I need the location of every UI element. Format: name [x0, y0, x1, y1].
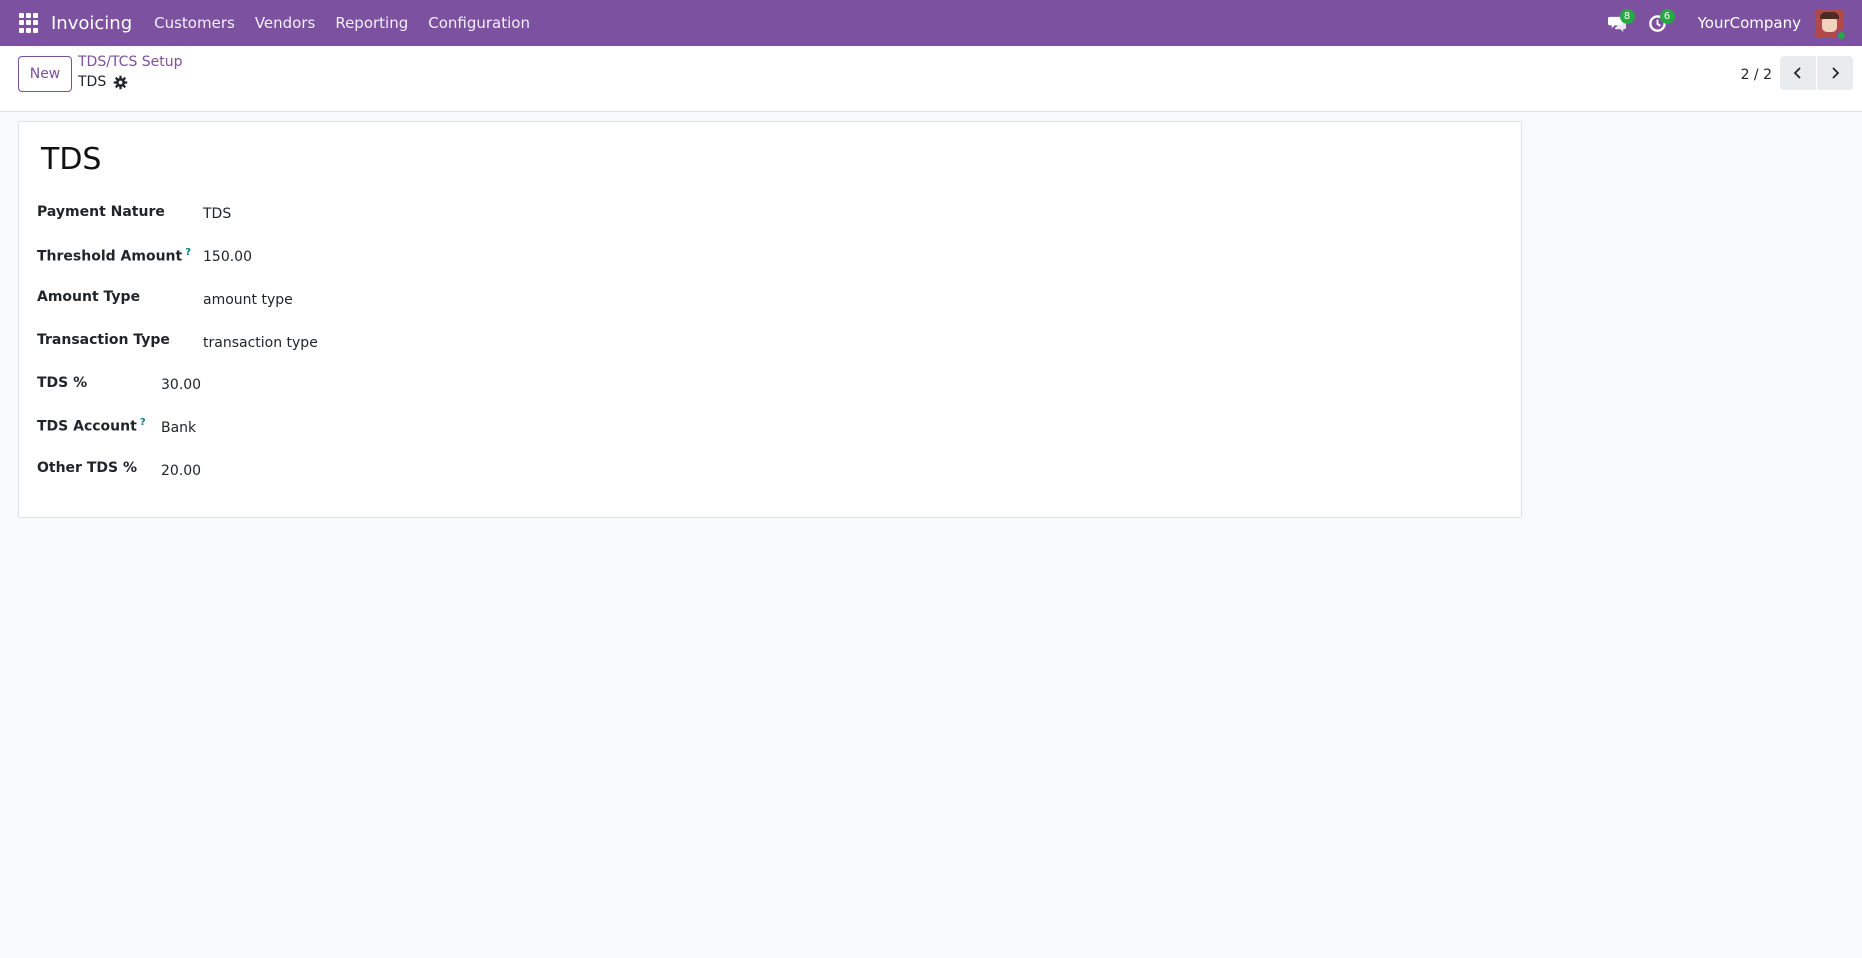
- user-avatar[interactable]: [1815, 8, 1847, 41]
- control-panel: New TDS/TCS Setup TDS 2 / 2: [0, 47, 1862, 112]
- tds-percent-label: TDS %: [37, 375, 88, 391]
- app-brand[interactable]: Invoicing: [51, 13, 132, 34]
- menu-configuration[interactable]: Configuration: [418, 14, 540, 32]
- messages-badge: 8: [1619, 9, 1635, 24]
- threshold-amount-label: Threshold Amount?: [37, 247, 192, 265]
- top-navbar: Invoicing Customers Vendors Reporting Co…: [0, 0, 1862, 46]
- breadcrumb-current: TDS: [78, 74, 128, 90]
- app-grid-icon[interactable]: [19, 13, 39, 33]
- other-tds-percent-field[interactable]: 20.00: [161, 463, 201, 479]
- help-tooltip-icon[interactable]: ?: [140, 417, 146, 428]
- threshold-amount-field[interactable]: 150.00: [203, 249, 252, 265]
- chevron-right-icon: [1832, 67, 1840, 79]
- breadcrumb-parent[interactable]: TDS/TCS Setup: [78, 54, 183, 70]
- menu-reporting[interactable]: Reporting: [325, 14, 418, 32]
- activities-button[interactable]: 6: [1638, 0, 1678, 46]
- online-status-icon: [1836, 29, 1847, 41]
- payment-nature-label: Payment Nature: [37, 204, 165, 220]
- tds-percent-field[interactable]: 30.00: [161, 377, 201, 393]
- help-tooltip-icon[interactable]: ?: [185, 247, 191, 258]
- amount-type-field[interactable]: amount type: [203, 292, 293, 308]
- pager-previous-button[interactable]: [1780, 56, 1816, 90]
- menu-vendors[interactable]: Vendors: [245, 14, 326, 32]
- company-switcher[interactable]: YourCompany: [1698, 14, 1801, 32]
- systray: 8 6 YourCompany: [1598, 0, 1862, 46]
- transaction-type-label: Transaction Type: [37, 332, 170, 348]
- messages-button[interactable]: 8: [1598, 0, 1638, 46]
- record-title: TDS: [41, 142, 102, 177]
- gear-icon[interactable]: [113, 75, 128, 90]
- other-tds-percent-label: Other TDS %: [37, 460, 137, 476]
- tds-account-label: TDS Account?: [37, 417, 146, 435]
- transaction-type-field[interactable]: transaction type: [203, 335, 318, 351]
- activities-badge: 6: [1659, 9, 1675, 24]
- payment-nature-field[interactable]: TDS: [203, 206, 231, 222]
- tds-account-field[interactable]: Bank: [161, 420, 196, 436]
- amount-type-label: Amount Type: [37, 289, 141, 305]
- new-button[interactable]: New: [18, 56, 72, 92]
- pager-next-button[interactable]: [1817, 56, 1853, 90]
- chevron-left-icon: [1793, 67, 1801, 79]
- breadcrumb-current-label: TDS: [78, 74, 107, 90]
- form-sheet: TDS Payment Nature TDS Threshold Amount?…: [18, 121, 1522, 518]
- pager-value[interactable]: 2 / 2: [1741, 67, 1772, 83]
- menu-customers[interactable]: Customers: [144, 14, 245, 32]
